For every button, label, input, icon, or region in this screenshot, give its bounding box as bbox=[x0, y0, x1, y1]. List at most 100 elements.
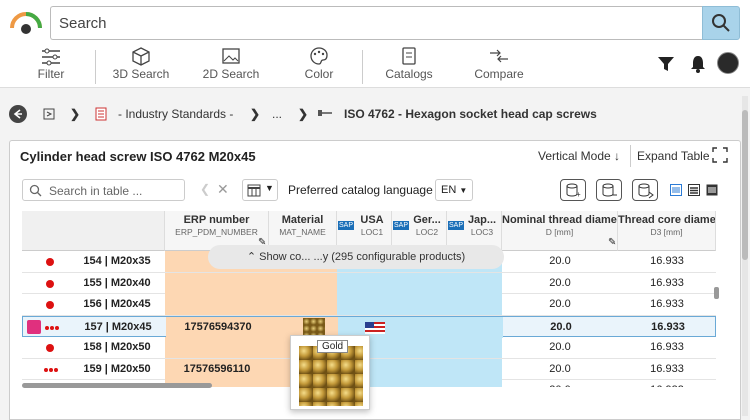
sap-logo-icon: SAP bbox=[338, 221, 355, 230]
table-icon bbox=[247, 184, 261, 197]
table-vertical-scrollbar[interactable] bbox=[714, 287, 719, 299]
cell-id: 156 | M20x45 bbox=[83, 298, 151, 310]
avatar[interactable] bbox=[717, 52, 739, 74]
chevron-right-icon: ❯ bbox=[250, 107, 261, 121]
sliders-icon bbox=[42, 48, 60, 66]
cell-id: 159 | M20x50 bbox=[83, 362, 151, 375]
column-chooser-button[interactable]: ▼ bbox=[242, 179, 278, 201]
cell-nominal-thread: 20.0 bbox=[549, 298, 571, 310]
cell-material[interactable] bbox=[269, 272, 337, 294]
view-list-icon[interactable] bbox=[670, 184, 682, 196]
expand-icon[interactable] bbox=[712, 147, 728, 163]
page-scrollbar-thumb[interactable] bbox=[742, 110, 748, 260]
search-button[interactable] bbox=[702, 6, 740, 40]
material-thumbnail[interactable] bbox=[303, 317, 325, 337]
table-header-empty bbox=[22, 211, 165, 251]
cell-erp[interactable]: 17576596110 bbox=[165, 358, 269, 380]
cell-nominal-thread: 20.0 bbox=[549, 341, 571, 353]
breadcrumb-ellipsis[interactable]: ... bbox=[272, 107, 282, 121]
product-panel: Cylinder head screw ISO 4762 M20x45 Vert… bbox=[9, 140, 741, 420]
compare-tool[interactable]: Compare bbox=[470, 46, 528, 88]
status-dot bbox=[54, 367, 58, 372]
toolbar-divider bbox=[95, 50, 96, 84]
horizontal-scrollbar[interactable] bbox=[22, 383, 212, 388]
status-dot bbox=[45, 325, 49, 330]
catalogs-tool[interactable]: Catalogs bbox=[380, 46, 438, 88]
cube-icon bbox=[132, 47, 150, 66]
cell-erp[interactable]: 17576594370 bbox=[166, 316, 270, 338]
toolbar-divider bbox=[362, 50, 363, 84]
table-search-input[interactable]: Search in table ... bbox=[22, 179, 185, 201]
image-icon bbox=[222, 48, 240, 64]
cell-loc[interactable] bbox=[337, 294, 502, 315]
catalog-icon bbox=[402, 47, 416, 65]
bell-icon[interactable] bbox=[688, 54, 708, 74]
gold-texture-swatch bbox=[299, 346, 363, 406]
language-select[interactable]: EN ▼ bbox=[435, 179, 473, 201]
chevron-left-icon[interactable]: ❮ bbox=[200, 182, 210, 196]
cell-thread-core: 16.933 bbox=[650, 255, 684, 267]
screw-icon bbox=[318, 110, 332, 116]
preferred-language-label: Preferred catalog language bbox=[288, 183, 433, 197]
cell-nominal-thread: 20.0 bbox=[549, 276, 571, 289]
status-dot bbox=[49, 367, 53, 372]
table-row[interactable]: 155 | M20x40 20.0 16.933 bbox=[22, 272, 716, 294]
main-toolbar: Filter 3D Search 2D Search Color Catalog… bbox=[0, 46, 750, 88]
db-remove-button[interactable] bbox=[596, 179, 622, 201]
cell-erp[interactable] bbox=[165, 294, 269, 315]
palette-icon bbox=[310, 47, 328, 65]
header-nominal-thread[interactable]: Nominal thread diame... D [mm] bbox=[502, 211, 618, 251]
chevron-down-icon: ▼ bbox=[459, 186, 468, 195]
cell-thread-core: 16.933 bbox=[650, 362, 684, 375]
status-dot bbox=[46, 301, 54, 309]
search-icon bbox=[29, 184, 42, 197]
breadcrumb-industry-standards[interactable]: - Industry Standards - bbox=[118, 107, 233, 121]
chevron-right-icon: ❯ bbox=[298, 107, 309, 121]
3d-search-tool[interactable]: 3D Search bbox=[108, 46, 174, 88]
expand-table-button[interactable]: Expand Table bbox=[637, 149, 710, 163]
db-add-button[interactable]: + bbox=[560, 179, 586, 201]
cell-material[interactable] bbox=[269, 294, 337, 315]
home-catalog-icon[interactable] bbox=[42, 107, 56, 121]
edit-pencil-icon[interactable]: ✎ bbox=[608, 237, 616, 248]
panel-title: Cylinder head screw ISO 4762 M20x45 bbox=[20, 149, 256, 164]
status-dot bbox=[46, 344, 54, 352]
cell-thread-core: 16.933 bbox=[618, 380, 716, 387]
show-configurable-products-bar[interactable]: ⌃ Show co... ...y (295 configurable prod… bbox=[208, 245, 504, 269]
arrow-down-icon: ↓ bbox=[614, 149, 621, 163]
cell-nominal-thread: 20.0 bbox=[549, 362, 571, 375]
cell-erp[interactable] bbox=[165, 337, 269, 358]
compare-arrows-icon bbox=[490, 49, 508, 63]
view-compact-icon[interactable] bbox=[688, 184, 700, 196]
sap-logo-icon: SAP bbox=[393, 221, 410, 230]
search-input[interactable]: Search bbox=[50, 6, 702, 40]
material-preview-popup: Gold bbox=[290, 335, 370, 410]
header-thread-core[interactable]: Thread core diame... D3 [mm] bbox=[618, 211, 716, 251]
filter-tool[interactable]: Filter bbox=[30, 46, 72, 88]
svg-text:+: + bbox=[576, 190, 581, 199]
cell-nominal-thread: 20.0 bbox=[549, 255, 571, 267]
partcommunity-logo[interactable] bbox=[6, 8, 46, 38]
color-tool[interactable]: Color bbox=[298, 46, 340, 88]
table-row[interactable]: 157 | M20x45 17576594370 20.0 16.933 bbox=[22, 315, 716, 338]
material-label: Gold bbox=[317, 340, 349, 353]
2d-search-tool[interactable]: 2D Search bbox=[198, 46, 264, 88]
status-dot bbox=[46, 258, 54, 266]
table-row[interactable]: 156 | M20x45 20.0 16.933 bbox=[22, 294, 716, 316]
cell-nominal-thread: 20.0 bbox=[502, 380, 618, 387]
db-export-button[interactable] bbox=[632, 179, 658, 201]
cell-loc[interactable] bbox=[337, 272, 502, 294]
cell-erp[interactable] bbox=[165, 272, 269, 294]
download-icon[interactable] bbox=[27, 319, 41, 334]
clear-icon[interactable]: ✕ bbox=[217, 181, 229, 198]
vertical-mode-toggle[interactable]: Vertical Mode ↓ bbox=[538, 149, 620, 163]
cell-id: 158 | M20x50 bbox=[83, 341, 151, 353]
funnel-filter-icon[interactable] bbox=[656, 54, 676, 74]
arrow-left-icon bbox=[13, 109, 22, 119]
chevron-right-icon: ❯ bbox=[70, 107, 81, 121]
back-button[interactable] bbox=[9, 105, 27, 123]
database-plus-icon: + bbox=[566, 183, 581, 199]
cell-nominal-thread: 20.0 bbox=[550, 320, 572, 333]
view-dense-icon[interactable] bbox=[706, 184, 718, 196]
chevron-up-icon: ⌃ bbox=[246, 251, 257, 263]
